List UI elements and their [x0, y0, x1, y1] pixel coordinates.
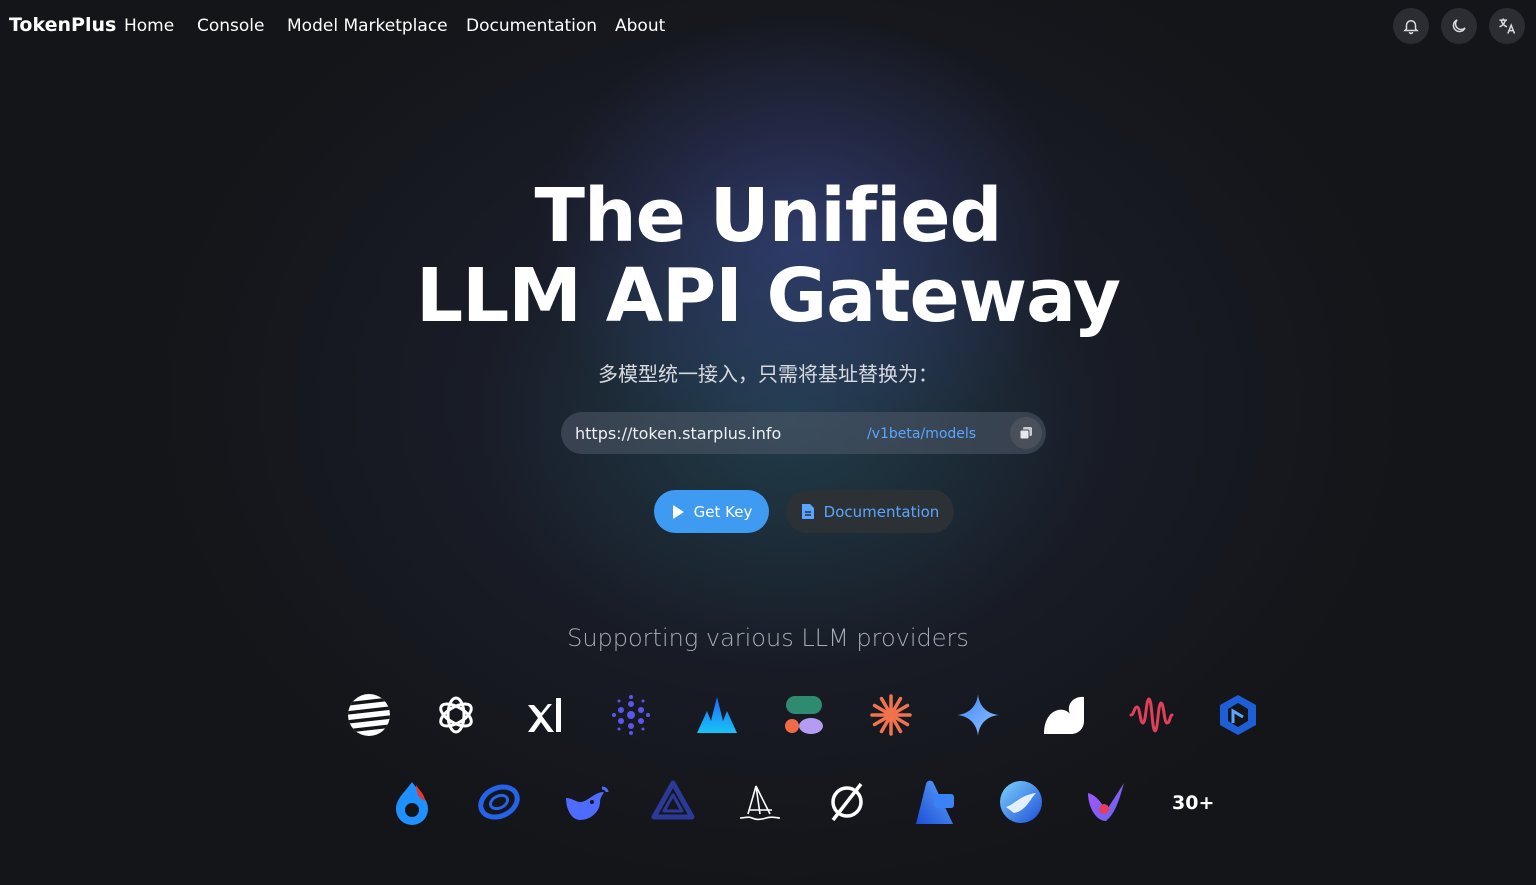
nav-home[interactable]: Home [124, 16, 174, 36]
deepseek-whale-logo [562, 778, 610, 826]
wave-s-logo [1040, 691, 1088, 739]
get-key-label: Get Key [693, 502, 753, 521]
hero-title-line2: LLM API Gateway [415, 253, 1121, 339]
base-url-box: https://token.starplus.info /v1beta/mode… [561, 412, 1046, 454]
endpoint-path: /v1beta/models [867, 426, 977, 442]
nav-documentation[interactable]: Documentation [466, 16, 597, 36]
dot-cluster-logo [607, 691, 655, 739]
purple-comet-logo [1084, 778, 1132, 826]
translate-icon [1499, 18, 1516, 34]
striped-sphere-logo [345, 691, 393, 739]
document-icon [801, 504, 814, 519]
more-providers-count: 30+ [1172, 792, 1215, 814]
copy-icon [1019, 427, 1032, 440]
copy-url-button[interactable] [1010, 417, 1042, 449]
hero-title-line1: The Unified [534, 173, 1003, 259]
nav-about[interactable]: About [615, 16, 665, 36]
theme-toggle-button[interactable] [1441, 8, 1477, 44]
base-url-text[interactable]: https://token.starplus.info [575, 424, 781, 443]
language-button[interactable] [1489, 8, 1525, 44]
brand-logo[interactable]: TokenPlus [9, 14, 116, 36]
soundwave-logo [1127, 691, 1175, 739]
documentation-label: Documentation [823, 502, 940, 521]
nav-console[interactable]: Console [197, 16, 265, 36]
gemini-sparkle-logo [954, 691, 1002, 739]
notifications-button[interactable] [1393, 8, 1429, 44]
triangle-knot-logo [649, 778, 697, 826]
bell-icon [1403, 20, 1419, 35]
slashed-circle-logo [823, 778, 871, 826]
starburst-logo [867, 691, 915, 739]
sailboat-logo [736, 778, 784, 826]
flame-drop-logo [388, 778, 436, 826]
documentation-button[interactable]: Documentation [786, 490, 954, 533]
blue-peaks-logo [693, 691, 741, 739]
blue-cube-logo [1214, 691, 1262, 739]
providers-title: Supporting various LLM providers [567, 624, 969, 652]
play-icon [672, 504, 684, 519]
blue-a-logo [910, 778, 958, 826]
nav-model-marketplace[interactable]: Model Marketplace [287, 16, 448, 36]
hero-subtitle: 多模型统一接入，只需将基址替换为： [598, 362, 938, 386]
get-key-button[interactable]: Get Key [654, 490, 769, 533]
top-nav: TokenPlus Home Console Model Marketplace… [0, 0, 1536, 52]
moon-icon [1452, 19, 1466, 33]
blue-ring-logo [475, 778, 523, 826]
shape-blocks-logo [780, 691, 828, 739]
openai-logo [432, 691, 480, 739]
blue-orb-logo [997, 778, 1045, 826]
xai-logo [520, 691, 568, 739]
